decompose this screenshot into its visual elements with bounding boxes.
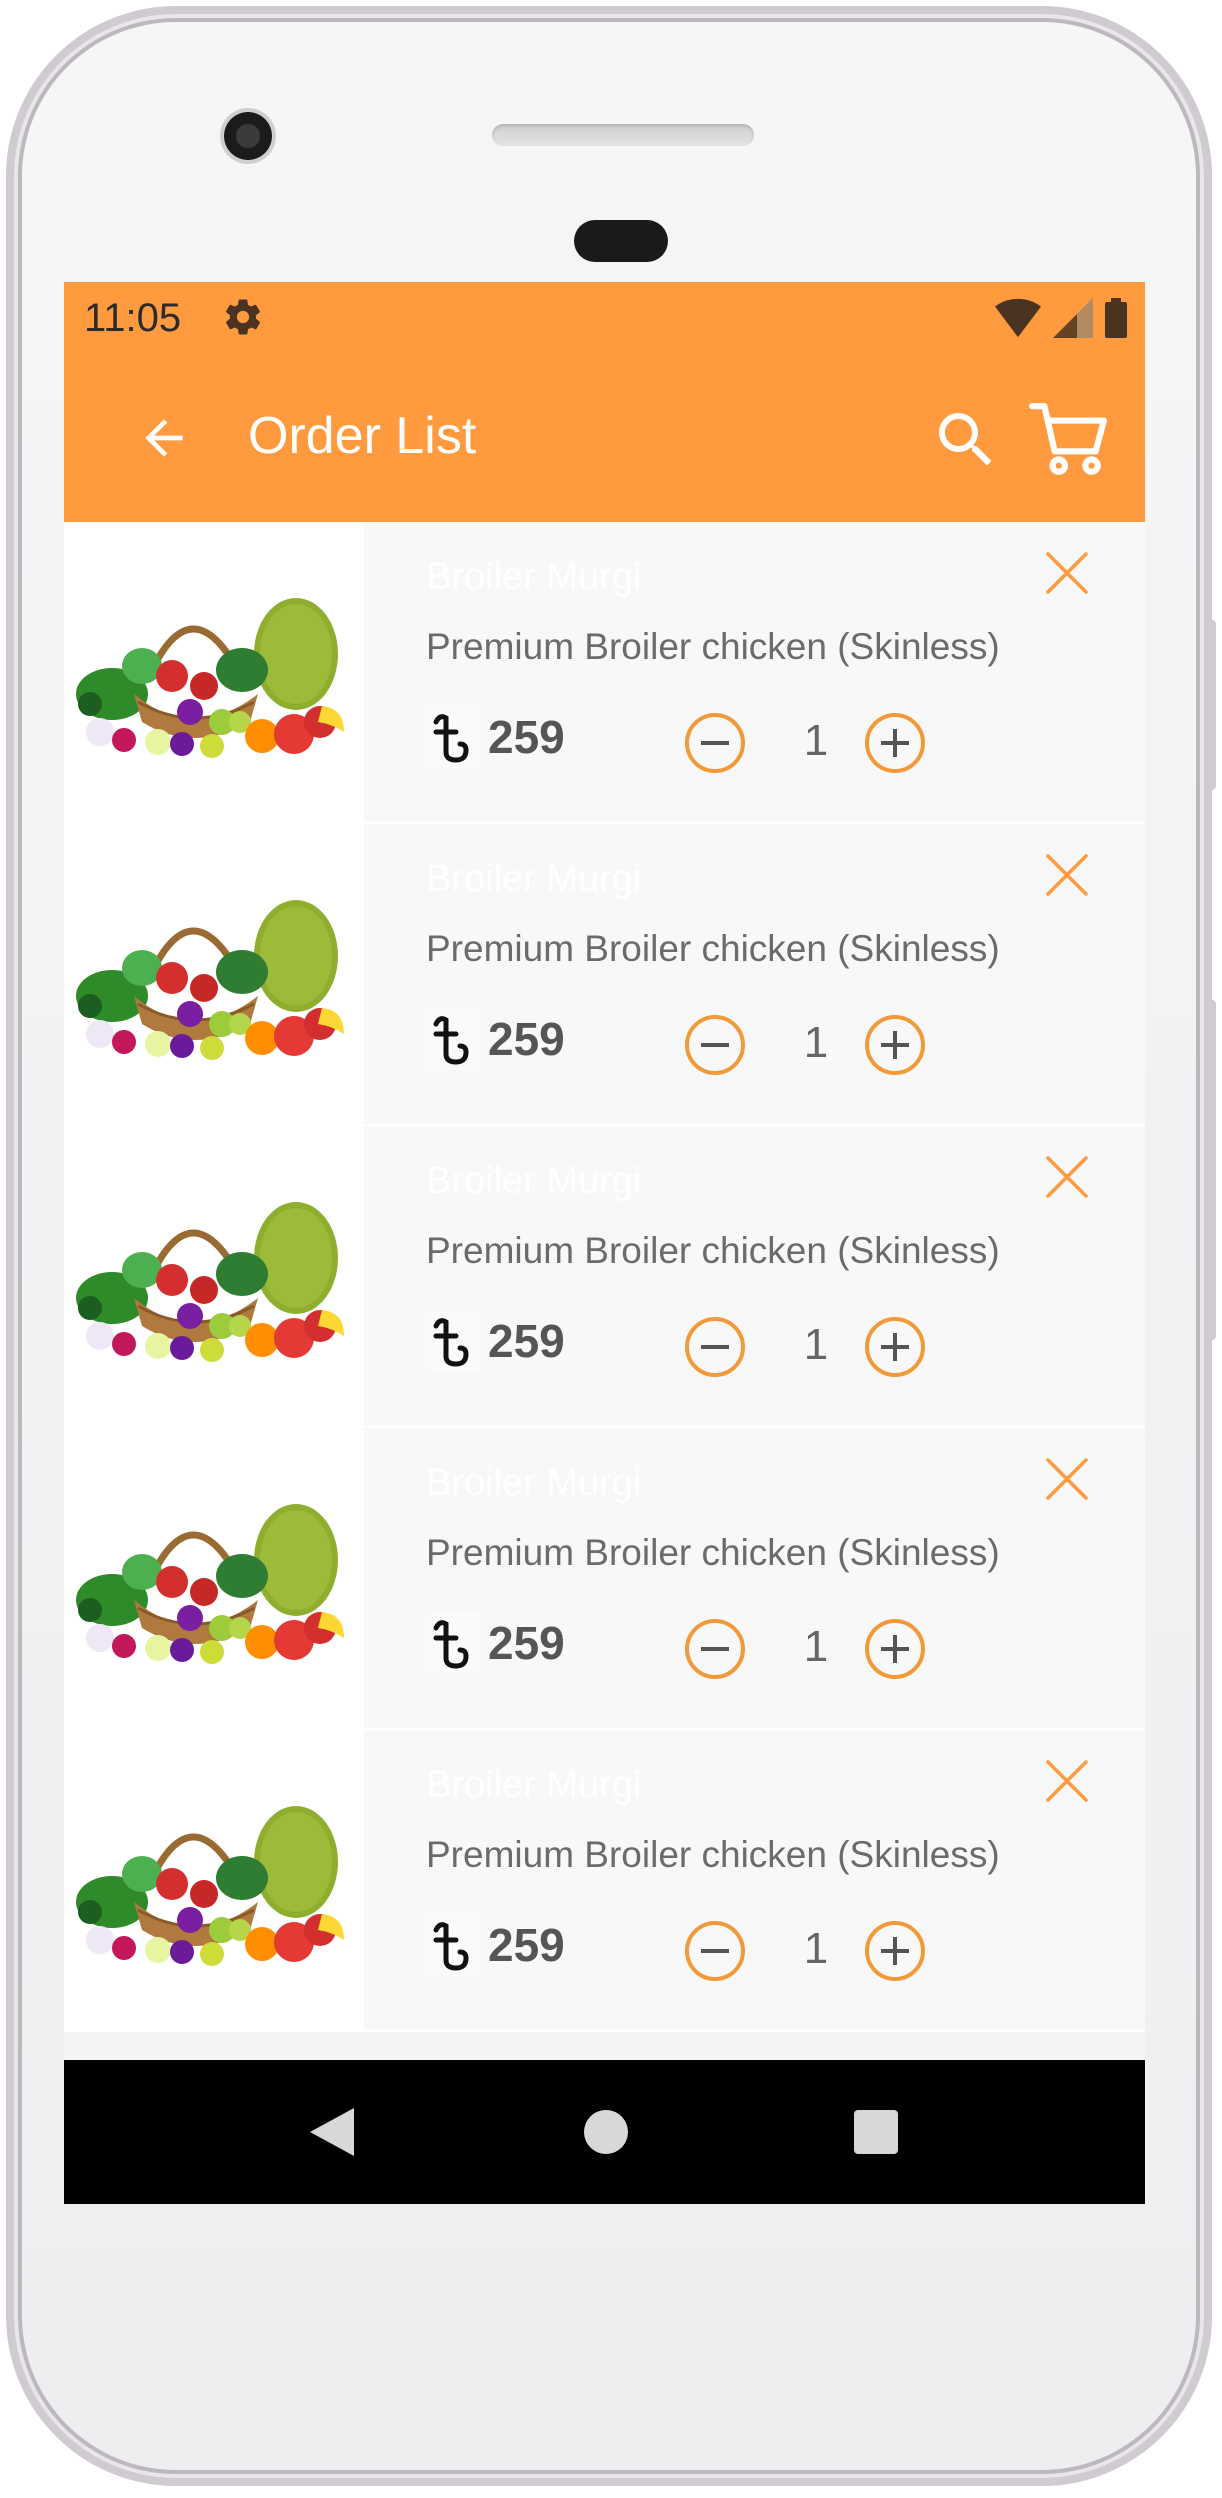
minus-circle-icon[interactable] <box>684 1618 746 1680</box>
volume-button <box>1208 620 1216 790</box>
taka-icon <box>426 1612 482 1674</box>
price-amount: 259 <box>488 1013 565 1065</box>
order-item-row: Broiler Murgi Premium Broiler chicken (S… <box>64 824 1145 1126</box>
price-amount: 259 <box>488 1919 565 1971</box>
price-amount: 259 <box>488 1315 565 1367</box>
price: 259 <box>426 704 565 770</box>
order-item-row: Broiler Murgi Premium Broiler chicken (S… <box>64 522 1145 824</box>
close-icon[interactable] <box>1042 1756 1092 1806</box>
signal-icon <box>1053 298 1093 338</box>
price: 259 <box>426 1308 565 1374</box>
product-name: Premium Broiler chicken (Skinless) <box>426 1532 1000 1573</box>
product-image <box>64 824 364 1124</box>
minus-circle-icon[interactable] <box>684 1014 746 1076</box>
plus-circle-icon[interactable] <box>864 1316 926 1378</box>
quantity-value: 1 <box>803 716 829 765</box>
android-nav-bar <box>64 2060 1145 2204</box>
nav-home-icon[interactable] <box>584 2110 628 2154</box>
price: 259 <box>426 1610 565 1676</box>
earpiece-speaker <box>492 124 754 146</box>
wifi-icon <box>995 298 1041 338</box>
status-bar: 11:05 <box>64 282 1145 354</box>
product-image <box>64 1126 364 1426</box>
back-arrow-icon[interactable] <box>136 410 192 466</box>
product-image <box>64 1428 364 1728</box>
quantity-value: 1 <box>803 1320 829 1369</box>
product-image <box>64 1730 364 2030</box>
quantity-value: 1 <box>803 1622 829 1671</box>
minus-circle-icon[interactable] <box>684 1920 746 1982</box>
gear-icon <box>225 299 261 335</box>
plus-circle-icon[interactable] <box>864 1618 926 1680</box>
proximity-sensor <box>574 220 668 262</box>
minus-circle-icon[interactable] <box>684 712 746 774</box>
brand-name: Broiler Murgi <box>426 858 642 900</box>
order-item-row: Broiler Murgi Premium Broiler chicken (S… <box>64 1730 1145 2032</box>
screen: 11:05 Order List Broiler Murgi Premium B… <box>64 282 1145 2204</box>
status-time: 11:05 <box>84 296 182 340</box>
brand-name: Broiler Murgi <box>426 556 642 598</box>
battery-icon <box>1105 298 1127 338</box>
brand-name: Broiler Murgi <box>426 1764 642 1806</box>
plus-circle-icon[interactable] <box>864 1014 926 1076</box>
minus-circle-icon[interactable] <box>684 1316 746 1378</box>
product-name: Premium Broiler chicken (Skinless) <box>426 626 1000 667</box>
taka-icon <box>426 1310 482 1372</box>
product-image <box>64 522 364 822</box>
quantity-value: 1 <box>803 1924 829 1973</box>
front-camera <box>220 108 276 164</box>
plus-circle-icon[interactable] <box>864 1920 926 1982</box>
product-name: Premium Broiler chicken (Skinless) <box>426 1230 1000 1271</box>
price-amount: 259 <box>488 1617 565 1669</box>
close-icon[interactable] <box>1042 850 1092 900</box>
order-item-row: Broiler Murgi Premium Broiler chicken (S… <box>64 1428 1145 1730</box>
page-title: Order List <box>248 407 477 465</box>
quantity-value: 1 <box>803 1018 829 1067</box>
brand-name: Broiler Murgi <box>426 1160 642 1202</box>
product-name: Premium Broiler chicken (Skinless) <box>426 928 1000 969</box>
nav-recents-icon[interactable] <box>854 2110 898 2154</box>
taka-icon <box>426 1914 482 1976</box>
order-item-row: Broiler Murgi Premium Broiler chicken (S… <box>64 1126 1145 1428</box>
close-icon[interactable] <box>1042 1152 1092 1202</box>
plus-circle-icon[interactable] <box>864 712 926 774</box>
power-button <box>1208 1000 1216 1340</box>
app-bar: Order List <box>64 354 1145 522</box>
price-amount: 259 <box>488 711 565 763</box>
product-name: Premium Broiler chicken (Skinless) <box>426 1834 1000 1875</box>
nav-back-icon[interactable] <box>310 2108 354 2156</box>
taka-icon <box>426 1008 482 1070</box>
close-icon[interactable] <box>1042 1454 1092 1504</box>
close-icon[interactable] <box>1042 548 1092 598</box>
price: 259 <box>426 1912 565 1978</box>
price: 259 <box>426 1006 565 1072</box>
taka-icon <box>426 706 482 768</box>
brand-name: Broiler Murgi <box>426 1462 642 1504</box>
search-icon[interactable] <box>930 404 1002 476</box>
cart-icon[interactable] <box>1028 400 1110 478</box>
